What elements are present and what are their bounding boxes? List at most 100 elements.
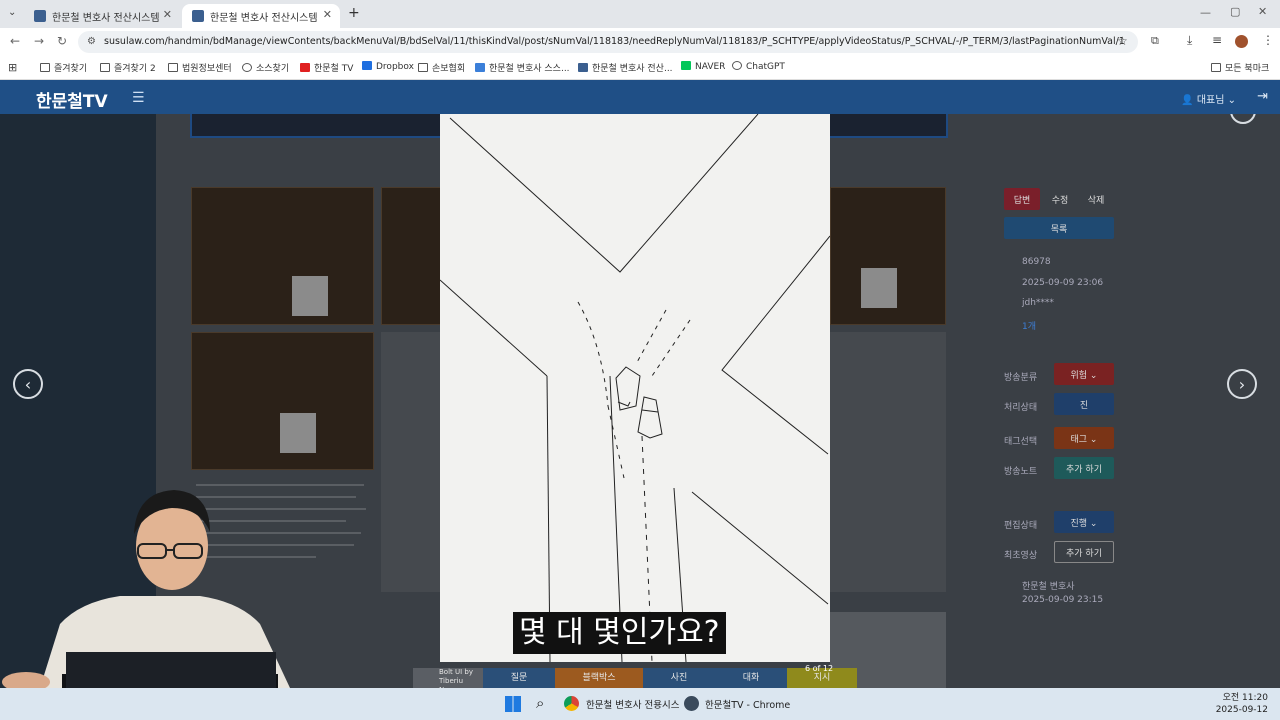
- bookmark-item[interactable]: 한문철 변호사 전산...: [578, 61, 673, 74]
- bookmark-item[interactable]: 한문철 TV: [300, 61, 353, 74]
- url-field[interactable]: ⚙ susulaw.com/handmin/bdManage/viewConte…: [78, 31, 1138, 53]
- status-toggle[interactable]: 진: [1054, 393, 1114, 415]
- edit-button[interactable]: 수정: [1042, 188, 1078, 210]
- app-icon[interactable]: [684, 696, 699, 711]
- chatgpt-icon: [732, 61, 742, 70]
- tab-conversation[interactable]: 대화: [715, 668, 787, 688]
- lightbox-image: [440, 114, 830, 662]
- search-icon[interactable]: ⌕: [536, 694, 544, 712]
- bookmark-item[interactable]: NAVER: [681, 61, 725, 72]
- bookmark-item[interactable]: Dropbox: [362, 61, 414, 72]
- bookmark-item[interactable]: 한문철 변호사 스스...: [475, 61, 570, 74]
- minimize-window-icon[interactable]: —: [1200, 6, 1211, 19]
- download-icon[interactable]: ⤓: [1187, 33, 1192, 48]
- site-favicon-icon: [34, 10, 46, 22]
- extensions-icon[interactable]: ⧉: [1151, 34, 1159, 48]
- site-icon: [578, 63, 588, 72]
- tab-title: 한문철 변호사 전산시스템: [210, 12, 318, 24]
- add-video-button[interactable]: 추가 하기: [1054, 541, 1114, 563]
- restore-window-icon[interactable]: ▢: [1230, 5, 1240, 18]
- tab-photo[interactable]: 사진: [643, 668, 715, 688]
- delete-button[interactable]: 삭제: [1078, 188, 1114, 210]
- site-icon: [475, 63, 485, 72]
- bookmark-star-icon[interactable]: ☆: [1117, 34, 1128, 48]
- bookmark-item[interactable]: 소스찾기: [242, 61, 289, 74]
- back-arrow-icon[interactable]: ←: [10, 34, 20, 48]
- field-label: 최초영상: [1004, 551, 1038, 561]
- bookmark-item[interactable]: 즐겨찾기: [40, 61, 87, 74]
- media-controls-icon[interactable]: ≡: [1212, 33, 1222, 47]
- all-bookmarks[interactable]: 모든 북마크: [1211, 61, 1269, 74]
- field-label: 방송노트: [1004, 467, 1038, 477]
- reload-icon[interactable]: ↻: [57, 34, 67, 48]
- site-favicon-icon: [192, 10, 204, 22]
- naver-icon: [681, 61, 691, 70]
- video-subtitle: 몇 대 몇인가요?: [513, 612, 726, 654]
- bookmark-item[interactable]: 법원정보센터: [168, 61, 232, 74]
- start-windows-icon[interactable]: [505, 696, 521, 712]
- edit-status-select[interactable]: 진행 ⌄: [1054, 511, 1114, 533]
- document-page: [830, 332, 946, 592]
- apps-grid-icon[interactable]: ⊞: [8, 61, 17, 74]
- url-text: susulaw.com/handmin/bdManage/viewContent…: [104, 36, 1125, 47]
- tab-blackbox[interactable]: 블랙박스: [555, 668, 643, 688]
- intersection-sketch: [440, 114, 830, 662]
- tab-list-chevron-icon[interactable]: ⌄: [8, 7, 16, 18]
- app-logo[interactable]: 한문철TV: [36, 87, 108, 112]
- photo-thumbnail[interactable]: [381, 187, 441, 325]
- reply-author: 한문철 변호사: [1022, 582, 1075, 592]
- taskbar-app-item[interactable]: 한문철TV - Chrome: [705, 697, 790, 711]
- photo-thumbnail[interactable]: [830, 187, 946, 325]
- profile-avatar[interactable]: [1235, 35, 1248, 48]
- tab-question[interactable]: 질문: [483, 668, 555, 688]
- close-window-icon[interactable]: ✕: [1258, 5, 1267, 18]
- post-author: jdh****: [1022, 298, 1054, 308]
- address-bar-row: ← → ↻ ⚙ susulaw.com/handmin/bdManage/vie…: [0, 28, 1280, 56]
- credit-label: Bolt UI by Tiberiu Neamu: [413, 668, 483, 688]
- hamburger-menu-icon[interactable]: ☰: [132, 90, 145, 106]
- field-label: 태그선택: [1004, 437, 1038, 447]
- field-label: 방송분류: [1004, 373, 1038, 383]
- browser-tab-2[interactable]: 한문철 변호사 전산시스템 ✕: [182, 4, 340, 28]
- logout-icon[interactable]: ⇥: [1257, 89, 1268, 104]
- chrome-icon[interactable]: [564, 696, 579, 711]
- image-counter: 6 of 12: [805, 664, 834, 673]
- reply-button[interactable]: 답변: [1004, 188, 1040, 210]
- presenter-webcam-overlay: [2, 490, 290, 688]
- main-content: 답변 수정 삭제 목록 86978 2025-09-09 23:06 jdh**…: [0, 114, 1280, 688]
- taskbar-app-item[interactable]: 한문철 변호사 전용시스: [586, 697, 679, 711]
- browser-tab-1[interactable]: 한문철 변호사 전산시스템 ✕: [24, 4, 180, 28]
- folder-icon: [1211, 63, 1221, 72]
- photo-thumbnail[interactable]: [191, 187, 374, 325]
- close-tab-icon[interactable]: ✕: [323, 8, 332, 21]
- post-number: 86978: [1022, 257, 1051, 267]
- add-note-button[interactable]: 추가 하기: [1054, 457, 1114, 479]
- next-arrow-button[interactable]: ›: [1227, 369, 1257, 399]
- field-label: 처리상태: [1004, 403, 1038, 413]
- new-tab-button[interactable]: +: [348, 5, 360, 21]
- list-button[interactable]: 목록: [1004, 217, 1114, 239]
- app-header: 한문철TV ☰ 👤 대표님 ⌄ ⇥: [0, 80, 1280, 114]
- folder-icon: [168, 63, 178, 72]
- broadcast-category-select[interactable]: 위험 ⌄: [1054, 363, 1114, 385]
- field-label: 편집상태: [1004, 521, 1038, 531]
- previous-arrow-button[interactable]: ‹: [13, 369, 43, 399]
- bookmarks-bar: ⊞ 즐겨찾기 즐겨찾기 2 법원정보센터 소스찾기 한문철 TV Dropbox…: [0, 56, 1280, 80]
- document-page: [381, 332, 441, 592]
- reply-date: 2025-09-09 23:15: [1022, 595, 1104, 605]
- user-menu[interactable]: 👤 대표님 ⌄: [1181, 91, 1236, 106]
- globe-icon: [242, 63, 252, 72]
- system-clock[interactable]: 오전 11:20 2025-09-12: [1216, 692, 1268, 716]
- close-tab-icon[interactable]: ✕: [163, 8, 172, 21]
- tag-select[interactable]: 태그 ⌄: [1054, 427, 1114, 449]
- post-date: 2025-09-09 23:06: [1022, 278, 1104, 288]
- bookmark-item[interactable]: ChatGPT: [732, 61, 785, 72]
- bookmark-item[interactable]: 손보협회: [418, 61, 465, 74]
- site-info-icon[interactable]: ⚙: [87, 31, 96, 53]
- folder-icon: [40, 63, 50, 72]
- forward-arrow-icon[interactable]: →: [34, 34, 44, 48]
- photo-thumbnail[interactable]: [191, 332, 374, 470]
- browser-menu-icon[interactable]: ⋮: [1262, 33, 1274, 47]
- bookmark-item[interactable]: 즐겨찾기 2: [100, 61, 156, 74]
- site-icon: [418, 63, 428, 72]
